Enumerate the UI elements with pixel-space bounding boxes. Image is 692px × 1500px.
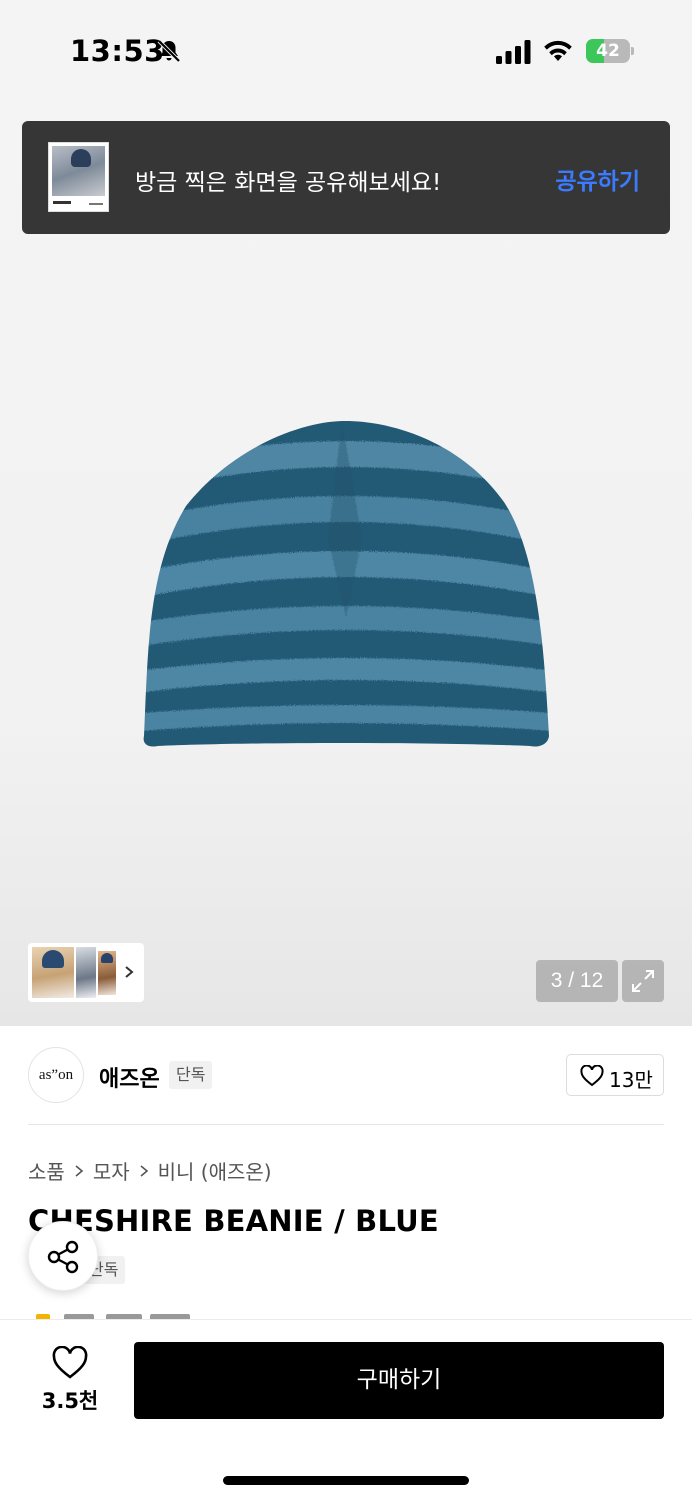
- heart-icon: [580, 1065, 604, 1087]
- wishlist-count: 3.5천: [41, 1389, 99, 1413]
- status-time: 13:53: [70, 34, 165, 68]
- expand-button[interactable]: [622, 960, 664, 1002]
- chevron-right-icon: [140, 1164, 148, 1177]
- gallery-thumbnail[interactable]: [76, 947, 96, 998]
- share-icon: [47, 1240, 79, 1274]
- battery-level: 42: [596, 41, 620, 61]
- brand-logo[interactable]: as”on: [28, 1047, 84, 1103]
- divider: [28, 1124, 664, 1125]
- share-button[interactable]: [28, 1221, 98, 1291]
- buy-button[interactable]: 구매하기: [134, 1342, 664, 1419]
- breadcrumb-item[interactable]: 소품: [28, 1156, 65, 1185]
- brand-exclusive-badge: 단독: [169, 1061, 213, 1089]
- gallery-thumbnails[interactable]: [28, 943, 144, 1002]
- banner-message: 방금 찍은 화면을 공유해보세요!: [135, 170, 442, 196]
- heart-icon[interactable]: [52, 1346, 88, 1380]
- screenshot-thumbnail: [48, 142, 109, 212]
- signal-icon: [496, 40, 531, 64]
- bell-muted-icon: [157, 39, 181, 63]
- battery-icon: 42: [586, 39, 634, 63]
- gallery-thumbnail[interactable]: [32, 947, 74, 998]
- gallery-page-counter: 3 / 12: [536, 960, 618, 1002]
- share-now-button[interactable]: 공유하기: [555, 162, 640, 196]
- brand-name[interactable]: 애즈온: [99, 1061, 160, 1093]
- status-bar: 13:53 42: [0, 0, 692, 100]
- gallery-thumbnail[interactable]: [98, 951, 116, 995]
- chevron-right-icon: [75, 1164, 84, 1177]
- wifi-icon: [544, 40, 572, 61]
- breadcrumb: 소품 모자 비니 (애즈온): [28, 1156, 272, 1185]
- product-image-beanie[interactable]: [138, 418, 554, 752]
- home-indicator[interactable]: [223, 1476, 469, 1485]
- expand-icon: [632, 970, 654, 992]
- product-gallery[interactable]: 13:53 42 방금 찍은 화면을 공유해보세요! 공유하기 3 / 12: [0, 0, 692, 1026]
- breadcrumb-item[interactable]: 모자: [93, 1156, 130, 1185]
- screenshot-share-banner[interactable]: 방금 찍은 화면을 공유해보세요! 공유하기: [22, 121, 670, 234]
- brand-like-button[interactable]: 13만: [566, 1054, 664, 1096]
- brand-like-count: 13만: [609, 1068, 653, 1092]
- chevron-right-icon[interactable]: [122, 961, 136, 983]
- breadcrumb-item[interactable]: 비니 (애즈온): [158, 1156, 272, 1185]
